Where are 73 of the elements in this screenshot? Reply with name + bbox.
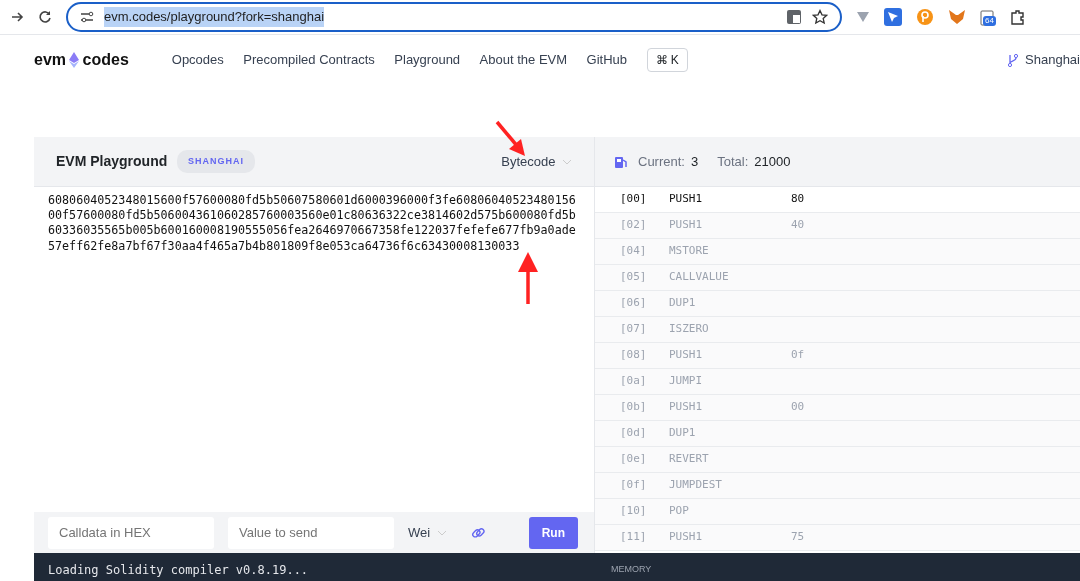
link-icon[interactable]: [470, 525, 485, 540]
shortcut-key[interactable]: ⌘ K: [646, 48, 688, 72]
diamond-icon: [69, 52, 80, 68]
opcode-name: CALLVALUE: [669, 269, 730, 286]
logo-text[interactable]: codes: [82, 48, 129, 72]
opcode-name: REVERT: [669, 451, 710, 468]
nav-link[interactable]: Opcodes: [171, 50, 224, 70]
opcode-argument: 40: [791, 217, 805, 234]
mode-selector[interactable]: Bytecode: [501, 151, 556, 172]
extension-icon[interactable]: [980, 9, 996, 26]
fox-icon[interactable]: [948, 8, 966, 26]
puzzle-icon[interactable]: [1010, 9, 1026, 25]
opcode-name: MSTORE: [669, 243, 710, 260]
opcode-argument: 80: [791, 191, 805, 208]
gas-label: Current:: [638, 152, 685, 171]
console-text: Loading Solidity compiler v0.8.19...: [48, 563, 309, 577]
count-badge: 64: [983, 16, 996, 27]
value-field[interactable]: Value to send: [228, 516, 394, 549]
opcode-argument: 0f: [791, 347, 805, 364]
forward-icon[interactable]: [10, 10, 24, 24]
fork-selector[interactable]: Shanghai: [1025, 50, 1080, 70]
memory-label: MEMORY: [611, 564, 652, 574]
panel-title: EVM Playground: [56, 152, 168, 171]
opcode-name: JUMPI: [669, 373, 704, 390]
opcode-name: PUSH1: [669, 529, 704, 546]
opcode-offset: [0d]: [620, 425, 648, 442]
annotation-arrow: [516, 250, 540, 306]
nav-link[interactable]: About the EVM: [479, 50, 568, 70]
code-editor[interactable]: 6080604052348015600f57600080fd5b50607580601d6000396000f3fe6080604052348015600f57600080fd5b506004361060285760003560e01c80636322ce3814602d575b600080fd5b60336035565b005b600160008190555056fea2646970667358fe122037fefefe677fb9a0ade57eff62fe8a7bf67f30aa4f465a7b4b801809f8e053ca64736f6c63430008130033: [34, 187, 594, 462]
opcode-offset: [07]: [620, 321, 648, 338]
site-settings-icon[interactable]: [80, 11, 94, 23]
extension-icon[interactable]: [884, 8, 902, 26]
annotation-arrow: [494, 119, 528, 159]
opcode-name: JUMPDEST: [669, 477, 723, 494]
opcode-offset: [05]: [620, 269, 648, 286]
opcode-name: ISZERO: [669, 321, 710, 338]
opcode-name: PUSH1: [669, 191, 704, 208]
opcode-offset: [08]: [620, 347, 648, 364]
nav-link[interactable]: Precompiled Contracts: [243, 50, 375, 70]
opcode-argument: 75: [791, 529, 805, 546]
opcode-name: DUP1: [669, 425, 697, 442]
fork-badge: SHANGHAI: [177, 149, 255, 174]
opcode-argument: 00: [791, 399, 805, 416]
opcode-offset: [06]: [620, 295, 648, 312]
opcode-offset: [10]: [620, 503, 648, 520]
opcode-offset: [0e]: [620, 451, 648, 468]
fuel-icon: [615, 155, 628, 168]
opcode-offset: [0a]: [620, 373, 648, 390]
opcode-offset: [00]: [620, 191, 648, 208]
gas-value: 3: [690, 152, 699, 171]
opcode-offset: [04]: [620, 243, 648, 260]
calldata-field[interactable]: Calldata in HEX: [48, 516, 214, 549]
unit-selector[interactable]: Wei: [408, 522, 431, 543]
gas-value: 21000: [754, 152, 791, 171]
address-bar[interactable]: evm.codes/playground?fork=shanghai: [66, 2, 842, 32]
opcode-name: DUP1: [669, 295, 697, 312]
opcode-name: PUSH1: [669, 399, 704, 416]
opcode-offset: [11]: [620, 529, 648, 546]
nav-link[interactable]: Playground: [394, 50, 461, 70]
logo-text[interactable]: evm: [34, 48, 67, 72]
star-icon[interactable]: [812, 9, 828, 25]
triangle-icon[interactable]: [856, 11, 870, 23]
opcode-name: PUSH1: [669, 217, 704, 234]
reload-icon[interactable]: [38, 10, 52, 24]
opcode-offset: [02]: [620, 217, 648, 234]
run-button[interactable]: Run: [528, 516, 578, 549]
gas-label: Total:: [717, 152, 749, 171]
opcode-offset: [0b]: [620, 399, 648, 416]
opcode-name: PUSH1: [669, 347, 704, 364]
opcode-offset: [0f]: [620, 477, 648, 494]
opcode-name: POP: [669, 503, 690, 520]
branch-icon[interactable]: [1006, 53, 1019, 67]
nav-link[interactable]: GitHub: [586, 50, 628, 70]
